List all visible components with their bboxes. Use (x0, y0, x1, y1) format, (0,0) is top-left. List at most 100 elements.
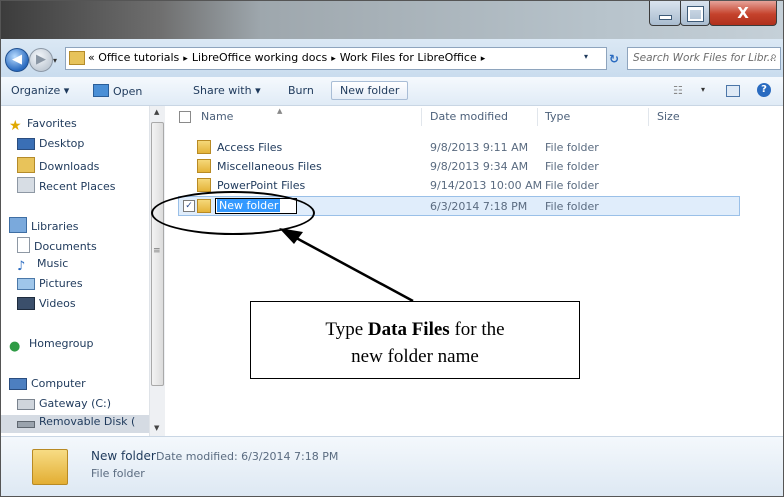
file-date: 9/14/2013 10:00 AM (430, 179, 543, 192)
nav-label: Homegroup (29, 337, 94, 350)
chevron-right-icon[interactable]: ▸ (183, 54, 188, 64)
file-row[interactable]: Miscellaneous Files 9/8/2013 9:34 AM Fil… (179, 157, 739, 175)
nav-label: Documents (34, 240, 97, 253)
recent-pages-dropdown[interactable]: ▾ (53, 56, 57, 65)
column-divider[interactable] (537, 108, 538, 126)
maximize-icon (687, 6, 704, 22)
nav-recent-places[interactable]: Recent Places (17, 177, 116, 195)
computer-icon (9, 378, 27, 390)
folder-icon (197, 159, 211, 173)
title-bar[interactable]: X (1, 1, 783, 39)
nav-label: Removable Disk ( (39, 415, 136, 428)
file-type: File folder (545, 141, 599, 154)
videos-icon (17, 297, 35, 310)
nav-downloads[interactable]: Downloads (17, 157, 99, 175)
file-date: 9/8/2013 9:11 AM (430, 141, 529, 154)
help-icon[interactable]: ? (757, 83, 771, 97)
search-placeholder: Search Work Files for Libr... (633, 52, 777, 64)
file-name: Access Files (217, 141, 283, 154)
scroll-down-icon[interactable]: ▼ (154, 424, 159, 432)
nav-label: Favorites (27, 117, 77, 130)
close-button[interactable]: X (709, 1, 777, 26)
search-input[interactable]: Search Work Files for Libr... ⌕ (627, 47, 781, 70)
column-name[interactable]: Name (201, 110, 233, 123)
details-date-modified: Date modified: 6/3/2014 7:18 PM (156, 450, 339, 463)
back-button[interactable]: ◀ (5, 48, 29, 72)
nav-gateway-drive[interactable]: Gateway (C:) (17, 397, 111, 415)
nav-desktop[interactable]: Desktop (17, 137, 84, 155)
column-type[interactable]: Type (545, 110, 570, 123)
breadcrumb-item[interactable]: Office tutorials (98, 51, 179, 64)
open-label: Open (113, 85, 143, 98)
nav-removable-disk[interactable]: Removable Disk ( (1, 415, 149, 433)
select-all-checkbox[interactable] (179, 111, 191, 123)
nav-label: Pictures (39, 277, 83, 290)
chevron-right-icon[interactable]: ▸ (481, 54, 486, 64)
instruction-callout: Type Data Files for the new folder name (250, 301, 580, 379)
open-button[interactable]: Open (93, 84, 142, 98)
pictures-icon (17, 278, 35, 290)
breadcrumb-item[interactable]: LibreOffice working docs (192, 51, 327, 64)
nav-homegroup[interactable]: ● Homegroup (9, 337, 93, 355)
navigation-scrollbar[interactable]: ▲ ≡ ▼ (149, 106, 165, 436)
preview-pane-icon[interactable] (726, 85, 740, 97)
view-options-icon[interactable]: ☷ (673, 84, 683, 97)
nav-computer[interactable]: Computer (9, 377, 86, 395)
forward-button[interactable]: ▶ (29, 48, 53, 72)
nav-label: Music (37, 257, 69, 270)
share-with-button[interactable]: Share with ▾ (193, 84, 261, 97)
nav-label: Gateway (C:) (39, 397, 112, 410)
nav-label: Recent Places (39, 180, 116, 193)
new-folder-button[interactable]: New folder (331, 81, 409, 100)
burn-button[interactable]: Burn (288, 84, 314, 97)
chevron-right-icon[interactable]: ▸ (331, 54, 336, 64)
nav-pictures[interactable]: Pictures (17, 277, 83, 295)
address-dropdown-icon[interactable]: ▾ (584, 52, 588, 61)
view-dropdown-icon[interactable]: ▾ (701, 85, 705, 94)
explorer-window: X ◀ ▶ ▾ « Office tutorials ▸ LibreOffice w… (0, 0, 784, 497)
refresh-icon[interactable]: ↻ (609, 52, 619, 66)
search-icon[interactable]: ⌕ (770, 49, 777, 64)
file-row[interactable]: PowerPoint Files 9/14/2013 10:00 AM File… (179, 176, 739, 194)
file-row[interactable]: Access Files 9/8/2013 9:11 AM File folde… (179, 138, 739, 156)
column-divider[interactable] (421, 108, 422, 126)
nav-documents[interactable]: Documents (17, 237, 97, 255)
nav-music[interactable]: ♪ Music (17, 257, 68, 275)
nav-videos[interactable]: Videos (17, 297, 76, 315)
callout-text: Type (325, 319, 368, 340)
annotation-ellipse (151, 191, 315, 235)
minimize-button[interactable] (649, 1, 681, 26)
nav-favorites[interactable]: ★ Favorites (9, 117, 77, 135)
details-type: File folder (91, 467, 145, 480)
file-type: File folder (545, 200, 599, 213)
breadcrumb-overflow[interactable]: « (88, 51, 95, 64)
organize-button[interactable]: Organize ▾ (11, 84, 69, 97)
file-date: 9/8/2013 9:34 AM (430, 160, 529, 173)
nav-label: Libraries (31, 220, 79, 233)
column-date-modified[interactable]: Date modified (430, 110, 508, 123)
file-date: 6/3/2014 7:18 PM (430, 200, 528, 213)
nav-label: Videos (39, 297, 76, 310)
column-size[interactable]: Size (657, 110, 680, 123)
breadcrumb-item[interactable]: Work Files for LibreOffice (340, 51, 477, 64)
folder-icon (197, 178, 211, 192)
details-pane: New folder Date modified: 6/3/2014 7:18 … (1, 436, 783, 496)
nav-label: Desktop (39, 137, 85, 150)
navigation-pane: ★ Favorites Desktop Downloads Recent Plac… (1, 106, 150, 436)
folder-icon (32, 449, 68, 485)
arrow-left-icon: ◀ (12, 52, 22, 67)
maximize-button[interactable] (680, 1, 710, 26)
address-bar[interactable]: « Office tutorials ▸ LibreOffice working d… (65, 47, 607, 70)
scrollbar-grip-icon: ≡ (153, 246, 161, 256)
command-bar: Organize ▾ Open Share with ▾ Burn New fo… (1, 77, 783, 106)
nav-libraries[interactable]: Libraries (9, 217, 79, 235)
star-icon: ★ (9, 118, 22, 134)
hard-drive-icon (17, 399, 35, 410)
callout-text: for the (449, 319, 505, 340)
callout-text: new folder name (351, 346, 479, 367)
removable-disk-icon (17, 421, 35, 428)
scroll-up-icon[interactable]: ▲ (154, 108, 159, 116)
minimize-icon (659, 15, 672, 20)
column-divider[interactable] (648, 108, 649, 126)
arrow-right-icon: ▶ (36, 52, 46, 67)
